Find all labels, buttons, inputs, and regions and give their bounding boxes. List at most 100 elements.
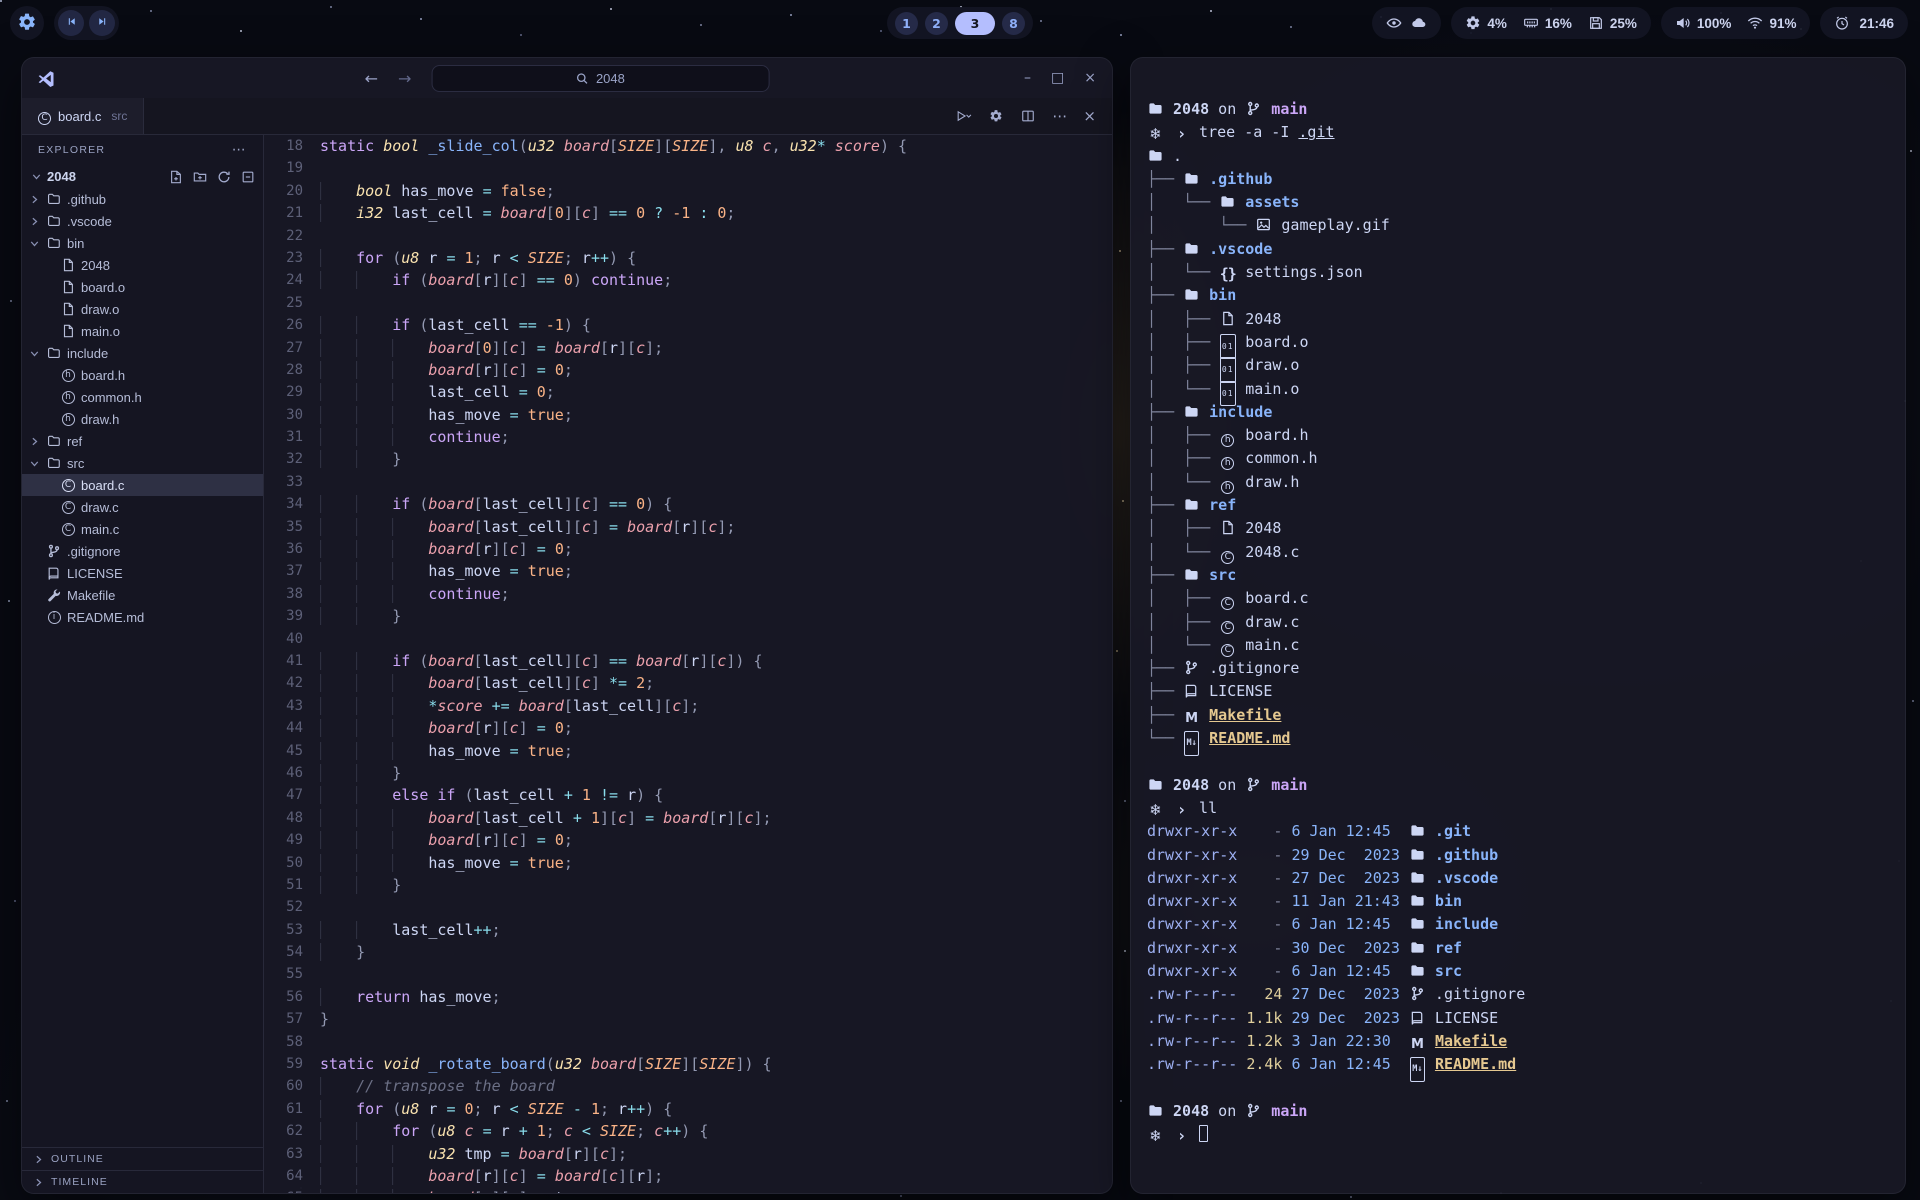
line-number: 37 [264, 560, 320, 582]
code-line-40[interactable]: 40 [264, 628, 1112, 650]
code-line-37[interactable]: 37 has_move = true; [264, 560, 1112, 582]
code-text: *score += board[last_cell][c]; [320, 695, 699, 717]
code-line-60[interactable]: 60 // transpose the board [264, 1075, 1112, 1097]
code-line-21[interactable]: 21 i32 last_cell = board[0][c] == 0 ? -1… [264, 202, 1112, 224]
launcher-button[interactable] [10, 6, 44, 40]
explorer-item-.vscode[interactable]: .vscode [22, 210, 263, 232]
outline-section[interactable]: OUTLINE [22, 1147, 263, 1170]
more-actions-button[interactable]: ⋯ [1052, 107, 1067, 125]
explorer-item-bin[interactable]: bin [22, 232, 263, 254]
close-window-button[interactable]: × [1084, 70, 1096, 86]
code-line-58[interactable]: 58 [264, 1031, 1112, 1053]
new-folder-button[interactable] [193, 170, 207, 184]
command-center-search[interactable]: 2048 [431, 65, 769, 92]
code-line-42[interactable]: 42 board[last_cell][c] *= 2; [264, 672, 1112, 694]
code-line-55[interactable]: 55 [264, 963, 1112, 985]
explorer-item-.gitignore[interactable]: .gitignore [22, 540, 263, 562]
maximize-button[interactable]: □ [1051, 70, 1064, 86]
code-line-39[interactable]: 39 } [264, 605, 1112, 627]
explorer-item-board.o[interactable]: board.o [22, 276, 263, 298]
code-line-32[interactable]: 32 } [264, 448, 1112, 470]
explorer-item-main.o[interactable]: main.o [22, 320, 263, 342]
code-line-64[interactable]: 64 board[r][c] = board[c][r]; [264, 1165, 1112, 1187]
explorer-item-.github[interactable]: .github [22, 188, 263, 210]
code-line-26[interactable]: 26 if (last_cell == -1) { [264, 314, 1112, 336]
code-line-48[interactable]: 48 board[last_cell + 1][c] = board[r][c]… [264, 807, 1112, 829]
collapse-folders-button[interactable] [241, 170, 255, 184]
code-line-63[interactable]: 63 u32 tmp = board[r][c]; [264, 1143, 1112, 1165]
code-line-61[interactable]: 61 for (u8 r = 0; r < SIZE - 1; r++) { [264, 1098, 1112, 1120]
code-line-56[interactable]: 56 return has_move; [264, 986, 1112, 1008]
code-line-41[interactable]: 41 if (board[last_cell][c] == board[r][c… [264, 650, 1112, 672]
run-code-button[interactable] [956, 109, 972, 123]
code-line-23[interactable]: 23 for (u8 r = 1; r < SIZE; r++) { [264, 247, 1112, 269]
code-line-44[interactable]: 44 board[r][c] = 0; [264, 717, 1112, 739]
code-line-31[interactable]: 31 continue; [264, 426, 1112, 448]
explorer-item-include[interactable]: include [22, 342, 263, 364]
explorer-item-README.md[interactable]: iREADME.md [22, 606, 263, 628]
code-line-24[interactable]: 24 if (board[r][c] == 0) continue; [264, 269, 1112, 291]
explorer-item-draw.h[interactable]: hdraw.h [22, 408, 263, 430]
code-line-57[interactable]: 57} [264, 1008, 1112, 1030]
nav-back-button[interactable]: ← [365, 69, 378, 88]
refresh-explorer-button[interactable] [217, 170, 231, 184]
code-line-30[interactable]: 30 has_move = true; [264, 404, 1112, 426]
code-line-43[interactable]: 43 *score += board[last_cell][c]; [264, 695, 1112, 717]
code-line-20[interactable]: 20 bool has_move = false; [264, 180, 1112, 202]
explorer-item-src[interactable]: src [22, 452, 263, 474]
code-line-19[interactable]: 19 [264, 157, 1112, 179]
close-editor-button[interactable]: × [1083, 107, 1096, 125]
explorer-item-Makefile[interactable]: Makefile [22, 584, 263, 606]
code-line-52[interactable]: 52 [264, 896, 1112, 918]
code-line-51[interactable]: 51 } [264, 874, 1112, 896]
explorer-item-main.c[interactable]: Cmain.c [22, 518, 263, 540]
explorer-project-root[interactable]: 2048 [22, 165, 263, 188]
explorer-item-LICENSE[interactable]: LICENSE [22, 562, 263, 584]
code-line-28[interactable]: 28 board[r][c] = 0; [264, 359, 1112, 381]
minimize-button[interactable]: – [1024, 70, 1031, 86]
editor-settings-icon[interactable] [988, 109, 1004, 123]
timeline-section[interactable]: TIMELINE [22, 1170, 263, 1193]
code-line-34[interactable]: 34 if (board[last_cell][c] == 0) { [264, 493, 1112, 515]
editor[interactable]: 18static bool _slide_col(u32 board[SIZE]… [264, 135, 1112, 1193]
workspace-8[interactable]: 8 [1002, 12, 1025, 35]
skip-back-button[interactable] [58, 10, 84, 36]
code-line-47[interactable]: 47 else if (last_cell + 1 != r) { [264, 784, 1112, 806]
skip-forward-button[interactable] [89, 10, 115, 36]
code-line-50[interactable]: 50 has_move = true; [264, 852, 1112, 874]
new-file-button[interactable] [169, 170, 183, 184]
workspace-3[interactable]: 3 [955, 12, 995, 35]
split-editor-button[interactable] [1020, 109, 1036, 123]
code-line-36[interactable]: 36 board[r][c] = 0; [264, 538, 1112, 560]
workspace-1[interactable]: 1 [895, 12, 918, 35]
code-line-59[interactable]: 59static void _rotate_board(u32 board[SI… [264, 1053, 1112, 1075]
gear-icon [1465, 15, 1481, 31]
code-line-35[interactable]: 35 board[last_cell][c] = board[r][c]; [264, 516, 1112, 538]
code-line-25[interactable]: 25 [264, 292, 1112, 314]
explorer-item-common.h[interactable]: hcommon.h [22, 386, 263, 408]
code-line-33[interactable]: 33 [264, 471, 1112, 493]
nav-forward-button[interactable]: → [398, 69, 411, 88]
terminal-window[interactable]: 2048 on main❄ › tree -a -I .git .├── .gi… [1130, 57, 1906, 1194]
code-line-22[interactable]: 22 [264, 225, 1112, 247]
explorer-item-board.c[interactable]: Cboard.c [22, 474, 263, 496]
explorer-item-2048[interactable]: 2048 [22, 254, 263, 276]
code-line-46[interactable]: 46 } [264, 762, 1112, 784]
code-line-53[interactable]: 53 last_cell++; [264, 919, 1112, 941]
code-line-65[interactable]: 65 board[c][r] = tmp; [264, 1187, 1112, 1193]
code-line-62[interactable]: 62 for (u8 c = r + 1; c < SIZE; c++) { [264, 1120, 1112, 1142]
code-line-18[interactable]: 18static bool _slide_col(u32 board[SIZE]… [264, 135, 1112, 157]
code-line-27[interactable]: 27 board[0][c] = board[r][c]; [264, 337, 1112, 359]
code-line-29[interactable]: 29 last_cell = 0; [264, 381, 1112, 403]
explorer-more-button[interactable]: ⋯ [232, 142, 247, 158]
workspace-2[interactable]: 2 [925, 12, 948, 35]
explorer-item-ref[interactable]: ref [22, 430, 263, 452]
code-line-49[interactable]: 49 board[r][c] = 0; [264, 829, 1112, 851]
code-line-45[interactable]: 45 has_move = true; [264, 740, 1112, 762]
code-line-38[interactable]: 38 continue; [264, 583, 1112, 605]
code-line-54[interactable]: 54 } [264, 941, 1112, 963]
explorer-item-draw.o[interactable]: draw.o [22, 298, 263, 320]
tab-board.c[interactable]: C board.c src [22, 98, 144, 134]
explorer-item-draw.c[interactable]: Cdraw.c [22, 496, 263, 518]
explorer-item-board.h[interactable]: hboard.h [22, 364, 263, 386]
